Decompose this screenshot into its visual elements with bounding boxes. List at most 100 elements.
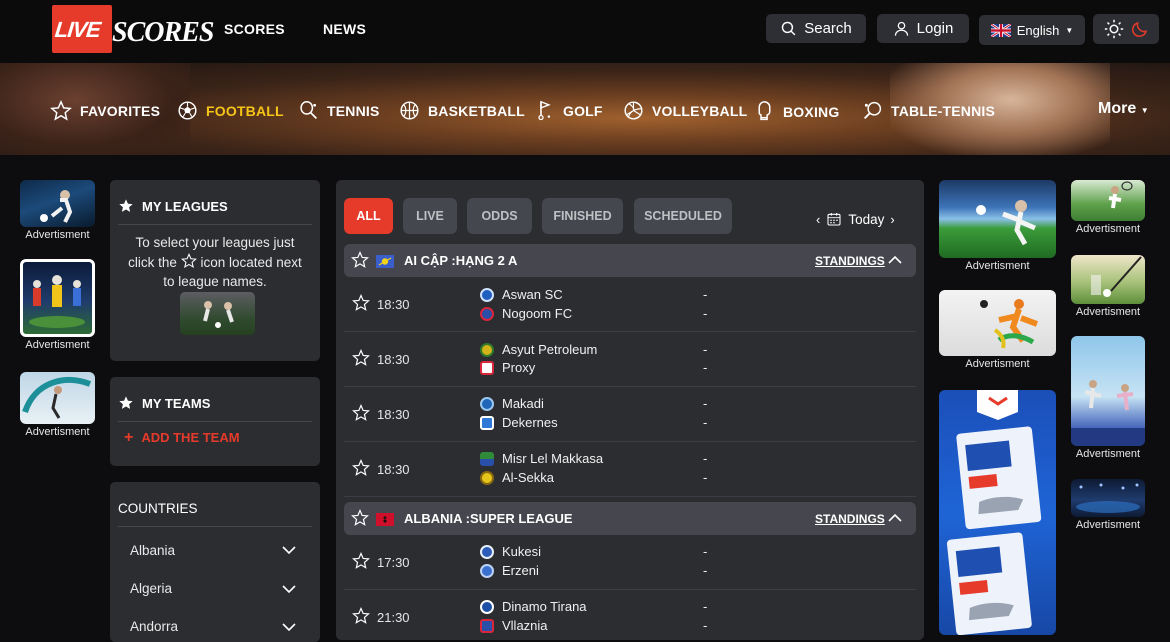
sport-label: BOXING bbox=[783, 103, 840, 120]
plus-icon: + bbox=[124, 428, 134, 446]
ad-right-2[interactable]: Advertisment bbox=[939, 290, 1056, 370]
ad-caption: Advertisment bbox=[1075, 519, 1141, 531]
star-outline-icon[interactable] bbox=[351, 251, 369, 269]
theme-toggle[interactable] bbox=[1093, 14, 1159, 44]
tab-all[interactable]: ALL bbox=[344, 198, 393, 234]
sport-table-tennis[interactable]: TABLE-TENNIS bbox=[862, 100, 995, 121]
ad-image bbox=[1071, 336, 1145, 446]
ad-image bbox=[1071, 180, 1145, 221]
sport-label: FAVORITES bbox=[80, 103, 161, 119]
tab-finished[interactable]: FINISHED bbox=[542, 198, 623, 234]
ad-image bbox=[1071, 255, 1145, 304]
divider bbox=[118, 421, 312, 422]
tab-live[interactable]: LIVE bbox=[403, 198, 457, 234]
home-score: - bbox=[703, 599, 708, 614]
home-team: Misr Lel Makkasa bbox=[480, 451, 603, 466]
search-button[interactable]: Search bbox=[766, 14, 866, 43]
match-row[interactable]: 18:30 Makadi Dekernes - - bbox=[344, 387, 916, 442]
ad-sport-sale-banner[interactable] bbox=[939, 390, 1056, 635]
away-score: - bbox=[703, 618, 708, 633]
team-name: Asyut Petroleum bbox=[502, 342, 598, 357]
league-flag-icon bbox=[376, 255, 394, 268]
team-crest-icon bbox=[480, 396, 494, 411]
ad-right-4[interactable]: Advertisment bbox=[1071, 255, 1145, 318]
match-row[interactable]: 18:30 Aswan SC Nogoom FC - - bbox=[344, 277, 916, 332]
away-score: - bbox=[703, 563, 708, 578]
ad-right-3[interactable]: Advertisment bbox=[1071, 180, 1145, 235]
team-name: Aswan SC bbox=[502, 287, 563, 302]
sport-volleyball[interactable]: VOLLEYBALL bbox=[623, 100, 747, 121]
ad-left-2[interactable]: Advertisment bbox=[20, 259, 95, 351]
moon-icon bbox=[1131, 21, 1147, 37]
away-score: - bbox=[703, 415, 708, 430]
site-logo[interactable]: LIVE SCORES bbox=[52, 5, 214, 55]
ad-right-1[interactable]: Advertisment bbox=[939, 180, 1056, 272]
star-outline-icon[interactable] bbox=[352, 349, 370, 367]
golf-flag-icon bbox=[538, 100, 551, 121]
football-players-image bbox=[180, 292, 255, 335]
away-score: - bbox=[703, 360, 708, 375]
sport-boxing[interactable]: BOXING bbox=[754, 100, 839, 123]
away-team: Al-Sekka bbox=[480, 470, 554, 485]
sport-basketball[interactable]: BASKETBALL bbox=[399, 100, 525, 121]
star-outline-icon[interactable] bbox=[351, 509, 369, 527]
match-row[interactable]: 21:30 Dinamo Tirana Vllaznia - - bbox=[344, 590, 916, 640]
league-header[interactable]: ALBANIA :SUPER LEAGUE STANDINGS bbox=[344, 502, 916, 535]
star-filled-icon bbox=[119, 396, 133, 409]
chevron-up-icon[interactable] bbox=[888, 255, 902, 265]
nav-scores-link[interactable]: SCORES bbox=[224, 21, 285, 37]
ad-left-3[interactable]: Advertisment bbox=[20, 372, 95, 438]
chevron-right-icon[interactable]: › bbox=[890, 212, 894, 227]
ad-right-6[interactable]: Advertisment bbox=[1071, 479, 1145, 531]
star-outline-icon[interactable] bbox=[352, 294, 370, 312]
match-row[interactable]: 17:30 Kukesi Erzeni - - bbox=[344, 535, 916, 590]
nav-news-link[interactable]: NEWS bbox=[323, 21, 366, 37]
add-team-button[interactable]: + ADD THE TEAM bbox=[124, 428, 240, 446]
more-sports-menu[interactable]: More ▼ bbox=[1098, 100, 1149, 118]
team-name: Erzeni bbox=[502, 563, 539, 578]
team-crest-icon bbox=[480, 306, 494, 321]
standings-link[interactable]: STANDINGS bbox=[815, 512, 885, 526]
team-crest-icon bbox=[480, 470, 494, 485]
away-team: Nogoom FC bbox=[480, 306, 572, 321]
uk-flag-icon bbox=[990, 23, 1011, 37]
sport-label: FOOTBALL bbox=[206, 102, 284, 119]
tab-scheduled[interactable]: SCHEDULED bbox=[634, 198, 732, 234]
star-outline-icon[interactable] bbox=[352, 607, 370, 625]
date-picker[interactable]: ‹ Today › bbox=[816, 211, 895, 227]
ad-caption: Advertisment bbox=[965, 260, 1030, 272]
standings-link[interactable]: STANDINGS bbox=[815, 254, 885, 268]
ad-left-1[interactable]: Advertisment bbox=[20, 180, 95, 241]
ad-caption: Advertisment bbox=[25, 426, 90, 438]
star-outline-icon[interactable] bbox=[352, 552, 370, 570]
login-button[interactable]: Login bbox=[877, 14, 969, 43]
home-team: Dinamo Tirana bbox=[480, 599, 587, 614]
match-row[interactable]: 18:30 Misr Lel Makkasa Al-Sekka - - bbox=[344, 442, 916, 497]
sport-tennis[interactable]: TENNIS bbox=[298, 100, 380, 121]
team-crest-icon bbox=[480, 287, 494, 302]
away-team: Dekernes bbox=[480, 415, 558, 430]
sport-football[interactable]: FOOTBALL bbox=[177, 100, 284, 121]
match-row[interactable]: 18:30 Asyut Petroleum Proxy - - bbox=[344, 332, 916, 387]
away-team: Proxy bbox=[480, 360, 535, 375]
sport-favorites[interactable]: FAVORITES bbox=[50, 100, 160, 122]
home-score: - bbox=[703, 544, 708, 559]
ad-image bbox=[939, 180, 1056, 258]
language-selector[interactable]: English ▼ bbox=[979, 15, 1085, 45]
ad-image bbox=[946, 390, 1042, 635]
sport-golf[interactable]: GOLF bbox=[534, 100, 603, 121]
star-outline-icon[interactable] bbox=[352, 459, 370, 477]
team-crest-icon bbox=[480, 342, 494, 357]
star-filled-icon bbox=[119, 199, 133, 212]
countries-title: COUNTRIES bbox=[118, 501, 198, 516]
ad-right-5[interactable]: Advertisment bbox=[1071, 336, 1145, 460]
my-teams-title: MY TEAMS bbox=[142, 395, 211, 411]
tab-odds[interactable]: ODDS bbox=[467, 198, 532, 234]
chevron-left-icon[interactable]: ‹ bbox=[816, 212, 820, 227]
match-time: 21:30 bbox=[377, 610, 410, 625]
star-outline-icon[interactable] bbox=[352, 404, 370, 422]
ad-image bbox=[1071, 479, 1145, 517]
league-header[interactable]: AI CẬP :HẠNG 2 A STANDINGS bbox=[344, 244, 916, 277]
tennis-racket-icon bbox=[300, 101, 317, 119]
chevron-up-icon[interactable] bbox=[888, 513, 902, 523]
